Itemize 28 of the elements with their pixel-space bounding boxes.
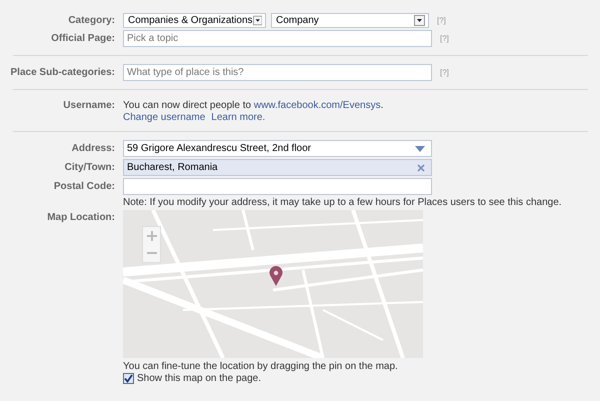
dropdown-select[interactable]: Company xyxy=(271,13,429,28)
text-link[interactable]: Learn more. xyxy=(211,112,266,123)
checkbox-label: Show this map on the page. xyxy=(137,373,261,384)
close-icon[interactable] xyxy=(417,164,425,172)
field-label: City/Town: xyxy=(64,162,115,173)
zoom-in-icon[interactable] xyxy=(144,229,158,243)
dropdown-select[interactable]: Companies & Organizations xyxy=(123,13,266,28)
info-text: You can now direct people to www.facebook.com/Evensys. xyxy=(123,100,384,111)
input-field[interactable]: Pick a topic xyxy=(123,30,432,47)
note-text: Note: If you modify your address, it may take up to a few hours for Places users to see this change. xyxy=(123,197,562,208)
field-label: Username: xyxy=(62,99,115,111)
zoom-control[interactable] xyxy=(142,226,161,263)
field-label: Address: xyxy=(70,143,115,154)
dropdown-arrow-icon[interactable] xyxy=(415,146,425,152)
field-label: Official Page: xyxy=(50,33,115,44)
field-label: Postal Code: xyxy=(52,181,115,192)
input-field[interactable]: 59 Grigore Alexandrescu Street, 2nd floor xyxy=(123,140,432,157)
checkbox[interactable] xyxy=(123,373,134,384)
field-label: Map Location: xyxy=(46,211,115,223)
field-label: Category: xyxy=(67,15,115,26)
input-field[interactable]: Bucharest, Romania xyxy=(123,159,432,176)
map-caption: You can fine-tune the location by dragging the pin on the map. xyxy=(123,361,399,372)
input-field[interactable]: What type of place is this? xyxy=(123,64,432,81)
profile-url-link[interactable]: www.facebook.com/Evensys xyxy=(254,100,381,111)
field-label: Place Sub-categories: xyxy=(10,67,115,78)
text-link[interactable]: Change username xyxy=(123,112,206,123)
map-pin-icon[interactable] xyxy=(269,266,283,286)
input-field[interactable] xyxy=(123,178,432,195)
